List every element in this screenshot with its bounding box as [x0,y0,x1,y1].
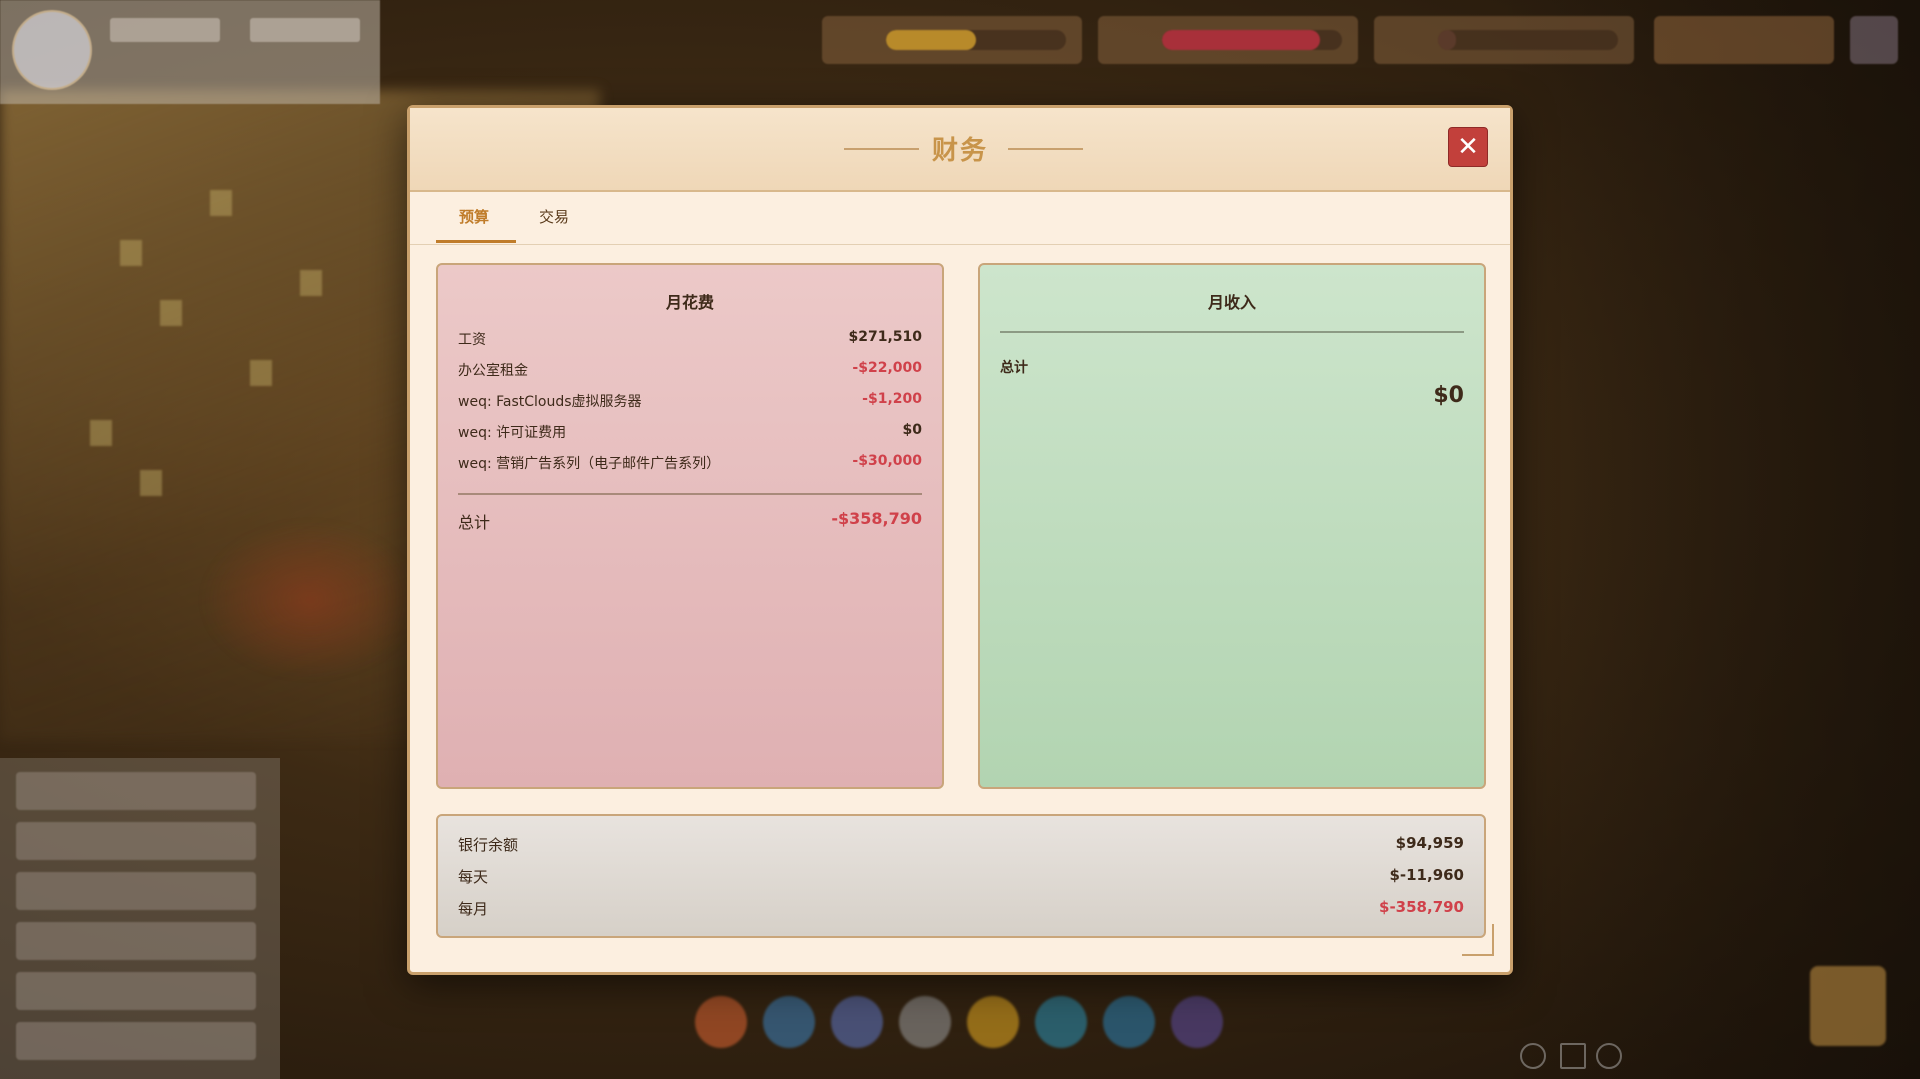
tab-transactions[interactable]: 交易 [539,206,569,227]
status-track [1162,30,1342,50]
expense-row: 办公室租金 -$22,000 [458,360,922,380]
tab-budget[interactable]: 预算 [459,206,489,227]
dock-button[interactable] [1171,996,1223,1048]
background-note [300,270,322,296]
dock-button[interactable] [831,996,883,1048]
bank-row: 银行余额 $94,959 [458,834,1464,856]
dock-button[interactable] [899,996,951,1048]
expense-amount: -$1,200 [862,391,922,407]
expenses-total-label: 总计 [458,513,491,532]
modal-title: 财务 [931,136,988,166]
bank-summary-panel: 银行余额 $94,959 每天 $-11,960 每月 $-358,790 [436,814,1486,938]
background-note [160,300,182,326]
stat-row [16,1022,256,1060]
status-bar-1 [822,16,1082,64]
expenses-title: 月花费 [665,293,714,312]
income-total-label: 总计 [1000,360,1028,376]
bank-row: 每天 $-11,960 [458,866,1464,888]
expense-amount: -$22,000 [852,360,922,376]
left-stats-list [0,758,280,1079]
income-divider [1000,331,1464,333]
hud-field [250,18,360,42]
side-action-button[interactable] [1810,966,1886,1046]
tab-bar: 预算 交易 [410,192,1510,245]
status-track [1438,30,1618,50]
expense-row: weq: 许可证费用 $0 [458,422,922,442]
income-total-amount: $0 [1433,383,1464,408]
status-bar-3 [1374,16,1634,64]
per-month-label: 每月 [458,900,489,918]
status-icon [1560,1043,1586,1069]
expense-label: 工资 [458,332,486,348]
status-bar-2 [1098,16,1358,64]
expenses-panel: 月花费 工资 $271,510 办公室租金 -$22,000 weq: Fast… [436,263,944,789]
stat-row [16,972,256,1010]
close-icon: ✕ [1457,132,1479,162]
per-day-label: 每天 [458,868,489,886]
background-note [140,470,162,496]
stat-row [16,872,256,910]
background-note [90,420,112,446]
status-track [886,30,1066,50]
background-note [250,360,272,386]
income-title: 月收入 [1207,293,1256,312]
play-speed-button[interactable] [1654,16,1834,64]
background-note [210,190,232,216]
player-avatar-icon[interactable] [12,10,92,90]
hud-field [110,18,220,42]
dock-button[interactable] [763,996,815,1048]
per-day-amount: $-11,960 [1389,866,1464,884]
expense-row: 工资 $271,510 [458,329,922,349]
expense-row: weq: 营销广告系列（电子邮件广告系列） -$30,000 [458,453,922,473]
modal-header: 财务 ✕ [410,108,1510,192]
income-panel: 月收入 总计 $0 [978,263,1486,789]
expense-label: weq: FastClouds虚拟服务器 [458,394,642,410]
status-icon [1520,1043,1546,1069]
background-cups [200,520,420,680]
stat-row [16,822,256,860]
expense-label: weq: 许可证费用 [458,425,567,441]
bank-balance-amount: $94,959 [1395,834,1464,852]
dock-button[interactable] [967,996,1019,1048]
refresh-icon[interactable] [1596,1043,1622,1069]
player-panel [0,0,380,104]
finance-modal: 财务 ✕ 预算 交易 月花费 工资 $271,510 办公室租金 -$22,00… [407,105,1513,975]
dock-button[interactable] [695,996,747,1048]
bank-row: 每月 $-358,790 [458,898,1464,920]
expense-amount: -$30,000 [852,453,922,469]
stat-row [16,772,256,810]
close-button[interactable]: ✕ [1448,127,1488,167]
expense-row: weq: FastClouds虚拟服务器 -$1,200 [458,391,922,411]
expense-label: 办公室租金 [458,363,528,379]
settings-icon[interactable] [1850,16,1898,64]
expenses-divider [458,493,922,495]
expense-amount: $271,510 [848,329,922,345]
resize-grip-icon[interactable] [1462,924,1494,956]
expense-amount: $0 [902,422,922,438]
per-month-amount: $-358,790 [1379,898,1464,916]
background-note [120,240,142,266]
active-tab-indicator [436,240,516,243]
background-shade [1500,0,1920,1079]
expense-label: weq: 营销广告系列（电子邮件广告系列） [458,456,721,472]
title-decoration-line [1008,148,1083,150]
dock-button[interactable] [1103,996,1155,1048]
expenses-total-amount: -$358,790 [831,509,922,528]
bank-balance-label: 银行余额 [458,836,519,854]
stat-row [16,922,256,960]
dock-button[interactable] [1035,996,1087,1048]
